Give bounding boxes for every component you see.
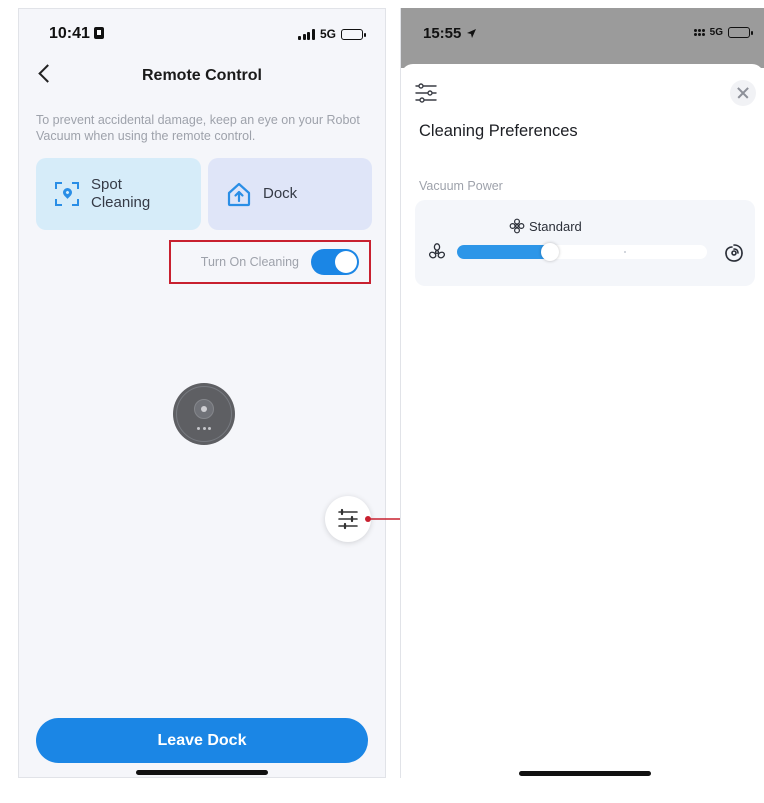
power-level-label: Standard — [529, 218, 582, 234]
turn-on-cleaning-label: Turn On Cleaning — [200, 255, 299, 269]
dock-label: Dock — [263, 185, 298, 202]
dock-button[interactable]: Dock — [208, 158, 372, 230]
home-indicator — [136, 770, 268, 775]
home-indicator — [519, 771, 651, 776]
max-power-icon — [725, 244, 743, 262]
vacuum-power-slider[interactable] — [457, 243, 707, 261]
status-bar: 15:55 5G — [401, 8, 764, 68]
slider-thumb[interactable] — [541, 243, 559, 261]
robot-vacuum-image — [171, 383, 237, 445]
vacuum-power-card: Standard — [415, 200, 755, 286]
location-arrow-icon — [466, 29, 476, 38]
signal-icon — [693, 29, 705, 36]
fan-icon — [509, 218, 525, 234]
slider-tick — [624, 251, 626, 253]
status-bar: 10:41 5G — [19, 9, 385, 53]
low-power-icon — [428, 243, 446, 259]
preferences-sheet: Cleaning Preferences Vacuum Power Standa… — [401, 64, 764, 778]
spot-cleaning-label: Spot Cleaning — [91, 176, 151, 211]
spot-cleaning-icon — [52, 179, 82, 209]
page-title: Remote Control — [142, 67, 262, 84]
status-time: 10:41 — [49, 25, 104, 43]
sim-icon — [93, 27, 104, 39]
safety-notice: To prevent accidental damage, keep an ey… — [36, 113, 360, 143]
leave-dock-button[interactable]: Leave Dock — [36, 718, 368, 763]
dock-home-icon — [224, 179, 254, 209]
sheet-title: Cleaning Preferences — [419, 122, 578, 140]
cleaning-preferences-screen: 15:55 5G Cleaning Preferences Vacuum Pow… — [400, 8, 764, 778]
status-time: 15:55 — [423, 25, 477, 42]
turn-on-cleaning-toggle[interactable] — [311, 249, 359, 275]
turn-on-cleaning-row: Turn On Cleaning — [169, 240, 371, 284]
spot-cleaning-button[interactable]: Spot Cleaning — [36, 158, 201, 230]
vacuum-power-label: Vacuum Power — [419, 179, 503, 193]
network-type: 5G — [709, 27, 723, 38]
nav-bar: Remote Control — [19, 59, 385, 91]
close-button[interactable] — [730, 80, 756, 106]
battery-icon — [728, 27, 753, 38]
network-type: 5G — [319, 27, 336, 41]
remote-control-screen: 10:41 5G Remote Control To prevent accid… — [18, 8, 386, 778]
battery-icon — [341, 28, 366, 40]
signal-icon — [298, 28, 315, 40]
slider-fill — [457, 245, 551, 259]
sliders-icon — [415, 83, 437, 103]
